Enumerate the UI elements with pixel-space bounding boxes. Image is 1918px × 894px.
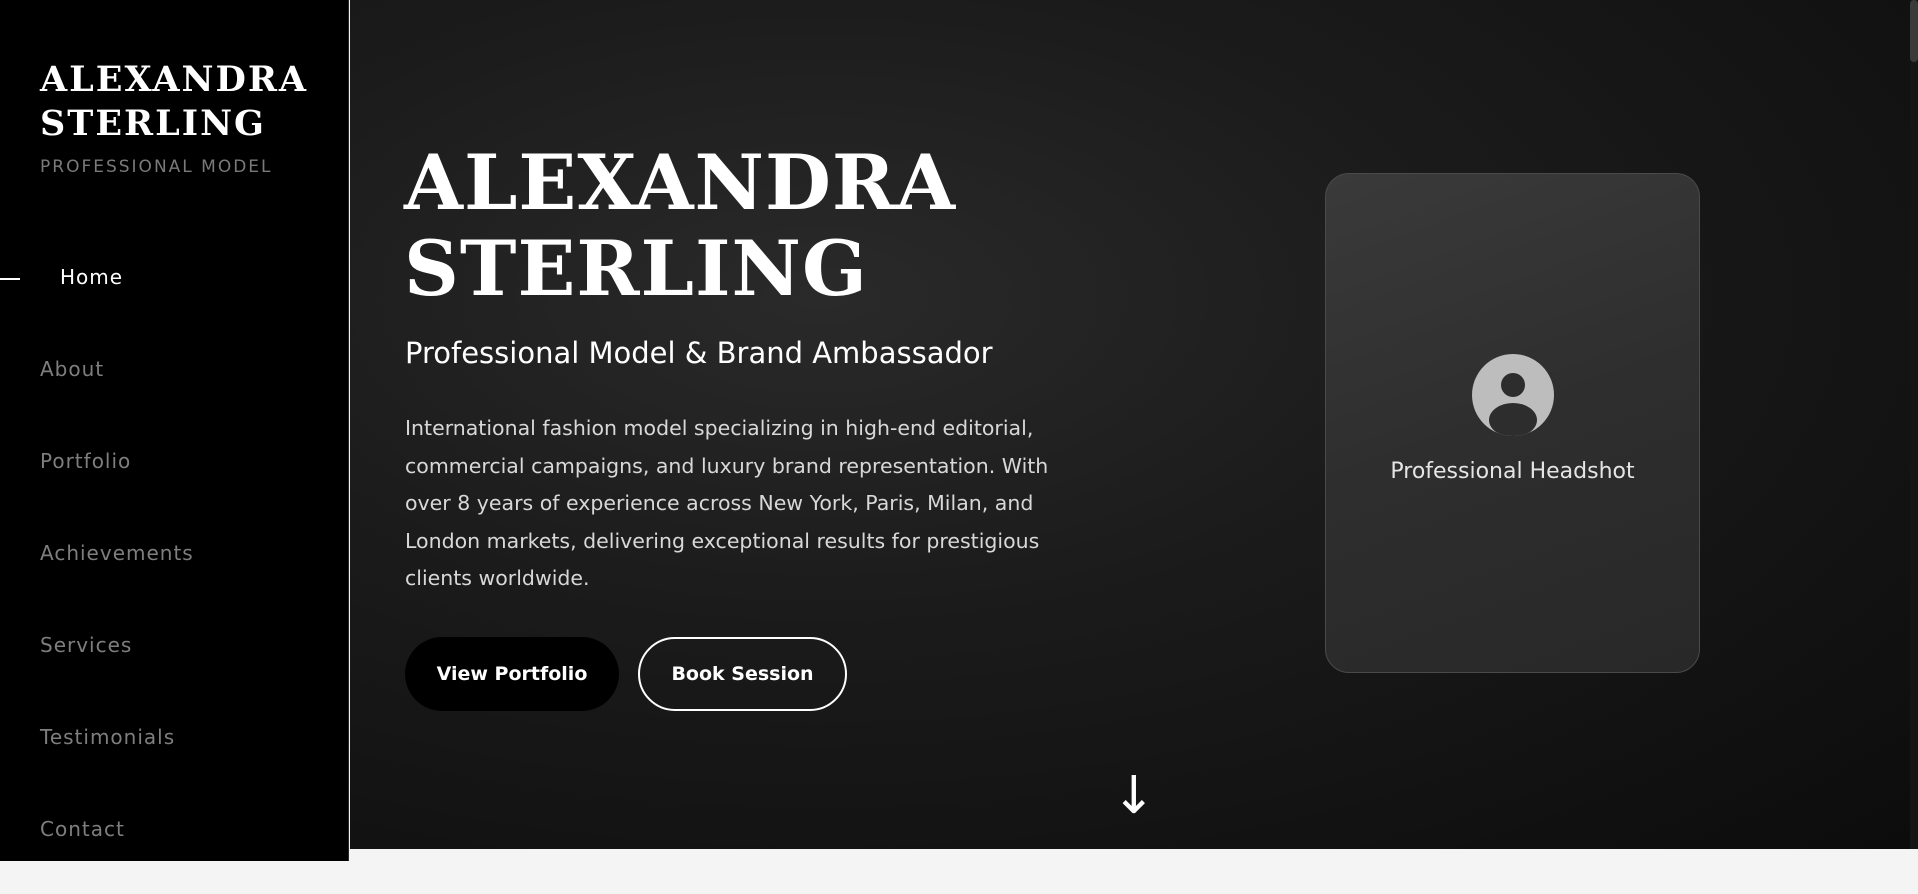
nav-item-label: About <box>40 357 105 381</box>
sidebar: ALEXANDRA STERLING PROFESSIONAL MODEL Ho… <box>0 0 349 861</box>
sidebar-nav: Home About Portfolio Achievements Servic… <box>0 250 349 894</box>
hero-description: International fashion model specializing… <box>405 416 1049 590</box>
brand-tagline: PROFESSIONAL MODEL <box>40 157 273 177</box>
brand-name[interactable]: ALEXANDRA STERLING <box>40 58 320 146</box>
nav-item-achievements[interactable]: Achievements <box>0 526 349 618</box>
user-icon <box>1472 354 1554 436</box>
nav-item-about[interactable]: About <box>0 342 349 434</box>
nav-item-portfolio[interactable]: Portfolio <box>0 434 349 526</box>
nav-item-testimonials[interactable]: Testimonials <box>0 710 349 802</box>
nav-item-contact[interactable]: Contact <box>0 802 349 894</box>
nav-item-label: Portfolio <box>40 449 132 473</box>
hero-title: ALEXANDRA STERLING <box>404 138 957 313</box>
nav-item-label: Achievements <box>40 541 194 565</box>
headshot-placeholder: Professional Headshot <box>1325 173 1700 673</box>
book-session-button[interactable]: Book Session <box>638 637 847 711</box>
scrollbar-thumb[interactable] <box>1910 0 1918 62</box>
headshot-label: Professional Headshot <box>1390 459 1635 484</box>
hero-subtitle: Professional Model & Brand Ambassador <box>405 336 993 370</box>
scrollbar[interactable] <box>1910 0 1918 849</box>
nav-item-label: Home <box>60 265 124 289</box>
arrow-down-icon[interactable]: ↓ <box>1112 770 1156 822</box>
view-portfolio-button[interactable]: View Portfolio <box>405 637 619 711</box>
nav-item-label: Testimonials <box>40 725 176 749</box>
nav-item-label: Contact <box>40 817 125 841</box>
nav-item-services[interactable]: Services <box>0 618 349 710</box>
hero-section: ALEXANDRA STERLING Professional Model & … <box>350 0 1918 849</box>
nav-item-home[interactable]: Home <box>0 250 349 342</box>
nav-item-label: Services <box>40 633 133 657</box>
